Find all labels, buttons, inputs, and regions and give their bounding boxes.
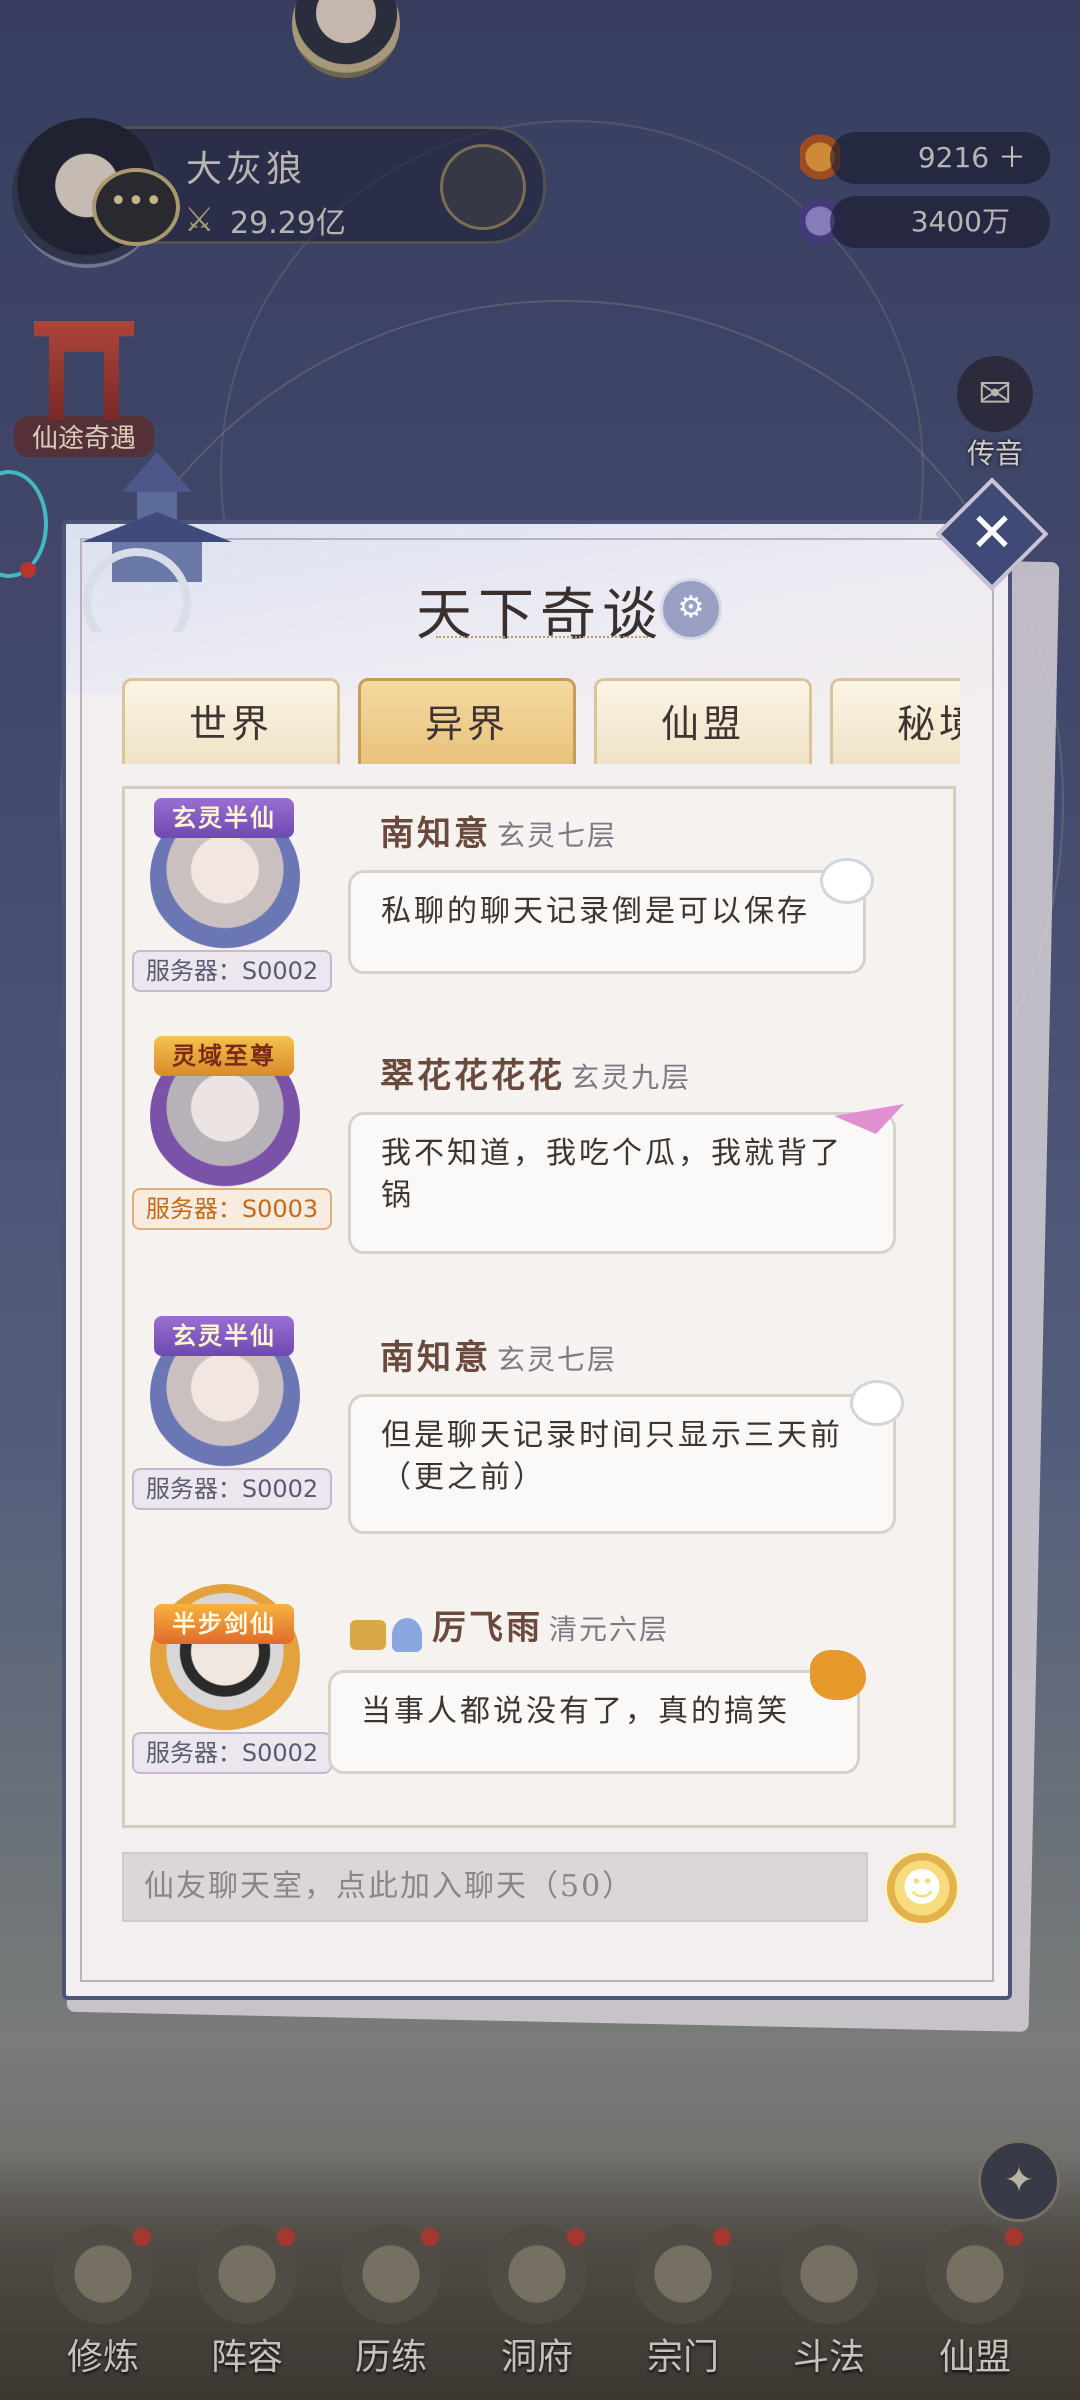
sender-info: 翠花花花花 玄灵九层 bbox=[380, 1048, 691, 1097]
sender-name[interactable]: 翠花花花花 bbox=[380, 1056, 565, 1096]
message-bubble: 我不知道，我吃个瓜，我就背了 锅 bbox=[348, 1112, 896, 1254]
channel-tabs: 世界 异界 仙盟 秘境 bbox=[122, 678, 960, 764]
message-bubble: 当事人都说没有了，真的搞笑 bbox=[328, 1670, 860, 1774]
title-badge: 玄灵半仙 bbox=[154, 798, 294, 838]
sender-rank: 清元六层 bbox=[549, 1613, 670, 1646]
message-text: 但是聊天记录时间只显示三天前 bbox=[381, 1418, 843, 1453]
sender-rank: 玄灵七层 bbox=[497, 1343, 618, 1376]
message-bubble: 私聊的聊天记录倒是可以保存 bbox=[348, 870, 866, 974]
crystal-badge-icon bbox=[392, 1617, 422, 1652]
server-tag: 服务器：S0002 bbox=[132, 1468, 332, 1510]
sender-info: 厉飞雨 清元六层 bbox=[350, 1600, 669, 1652]
chat-input[interactable]: 仙友聊天室，点此加入聊天（50） bbox=[122, 1852, 868, 1922]
sender-rank: 玄灵七层 bbox=[497, 819, 618, 852]
server-tag: 服务器：S0002 bbox=[132, 950, 332, 992]
server-tag: 服务器：S0002 bbox=[132, 1732, 332, 1774]
server-tag: 服务器：S0003 bbox=[132, 1188, 332, 1230]
sender-info: 南知意 玄灵七层 bbox=[380, 806, 617, 855]
message-text: 锅 bbox=[381, 1178, 414, 1213]
title-badge: 半步剑仙 bbox=[154, 1604, 294, 1644]
sender-rank: 玄灵九层 bbox=[571, 1061, 692, 1094]
sender-name[interactable]: 厉飞雨 bbox=[432, 1608, 543, 1648]
settings-gear-icon[interactable]: ⚙ bbox=[660, 578, 722, 640]
tab-otherworld[interactable]: 异界 bbox=[358, 678, 576, 764]
message-text: 私聊的聊天记录倒是可以保存 bbox=[381, 894, 810, 929]
sender-info: 南知意 玄灵七层 bbox=[380, 1330, 617, 1379]
tab-alliance[interactable]: 仙盟 bbox=[594, 678, 812, 764]
title-underline bbox=[436, 636, 648, 646]
message-text: 当事人都说没有了，真的搞笑 bbox=[361, 1694, 790, 1729]
tab-world[interactable]: 世界 bbox=[122, 678, 340, 764]
title-badge: 玄灵半仙 bbox=[154, 1316, 294, 1356]
emoji-icon[interactable]: ☻ bbox=[884, 1850, 960, 1926]
message-text: （更之前） bbox=[381, 1460, 546, 1495]
message-text: 我不知道，我吃个瓜，我就背了 bbox=[381, 1136, 843, 1171]
treasure-badge-icon bbox=[350, 1619, 386, 1650]
close-icon[interactable]: ✕ bbox=[962, 500, 1022, 566]
message-bubble: 但是聊天记录时间只显示三天前 （更之前） bbox=[348, 1394, 896, 1534]
dragon-icon bbox=[810, 1650, 866, 1700]
tab-secret-realm[interactable]: 秘境 bbox=[830, 678, 960, 764]
sender-name[interactable]: 南知意 bbox=[380, 814, 491, 854]
title-badge: 灵域至尊 bbox=[154, 1036, 294, 1076]
cloud-icon bbox=[820, 858, 874, 904]
cloud-icon bbox=[850, 1380, 904, 1426]
sender-name[interactable]: 南知意 bbox=[380, 1338, 491, 1378]
